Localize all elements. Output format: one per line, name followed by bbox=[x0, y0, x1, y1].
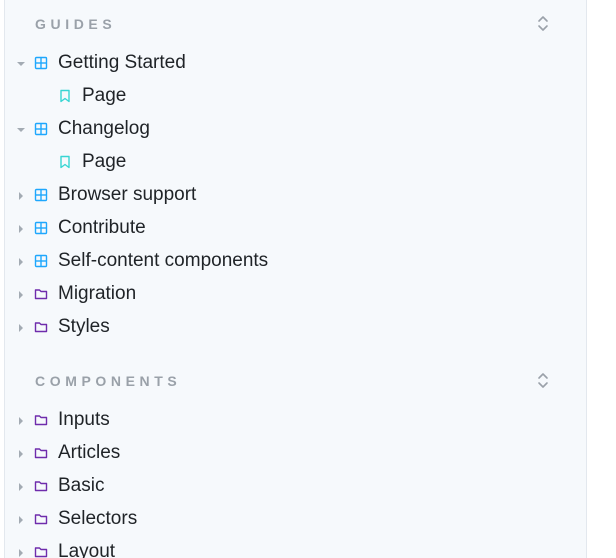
tree-item-page[interactable]: Page bbox=[5, 82, 586, 110]
caret-right-icon[interactable] bbox=[15, 255, 27, 267]
tree-item-page[interactable]: Page bbox=[5, 148, 586, 176]
grid-icon bbox=[34, 188, 48, 202]
bookmark-icon bbox=[58, 89, 72, 103]
caret-right-icon[interactable] bbox=[15, 414, 27, 426]
tree-item-label: Self-content components bbox=[58, 250, 269, 271]
section-title: COMPONENTS bbox=[35, 373, 182, 389]
caret-down-icon[interactable] bbox=[15, 123, 27, 135]
folder-icon bbox=[34, 287, 48, 301]
caret-right-icon[interactable] bbox=[15, 480, 27, 492]
folder-icon bbox=[34, 320, 48, 334]
tree-item-label: Inputs bbox=[58, 409, 110, 430]
folder-icon bbox=[34, 479, 48, 493]
section-header-guides: GUIDES bbox=[5, 12, 586, 36]
tree-item-label: Selectors bbox=[58, 508, 138, 529]
expand-collapse-icon[interactable] bbox=[532, 12, 554, 34]
caret-right-icon[interactable] bbox=[15, 513, 27, 525]
tree-item-inputs[interactable]: Inputs bbox=[5, 406, 586, 434]
caret-right-icon[interactable] bbox=[15, 189, 27, 201]
caret-right-icon[interactable] bbox=[15, 222, 27, 234]
tree-item-getting-started[interactable]: Getting Started bbox=[5, 49, 586, 77]
caret-down-icon[interactable] bbox=[15, 57, 27, 69]
tree-item-label: Page bbox=[82, 85, 127, 106]
tree-item-basic[interactable]: Basic bbox=[5, 472, 586, 500]
tree-item-label: Browser support bbox=[58, 184, 197, 205]
tree-item-selectors[interactable]: Selectors bbox=[5, 505, 586, 533]
folder-icon bbox=[34, 446, 48, 460]
tree-item-layout[interactable]: Layout bbox=[5, 538, 586, 558]
folder-icon bbox=[34, 545, 48, 558]
caret-right-icon[interactable] bbox=[15, 546, 27, 558]
tree-item-label: Getting Started bbox=[58, 52, 186, 73]
tree-item-label: Articles bbox=[58, 442, 121, 463]
bookmark-icon bbox=[58, 155, 72, 169]
tree-item-label: Styles bbox=[58, 316, 110, 337]
tree-item-label: Basic bbox=[58, 475, 105, 496]
tree-item-self-content-components[interactable]: Self-content components bbox=[5, 247, 586, 275]
sidebar-panel: GUIDES Getting Started Page Changelog Pa… bbox=[4, 0, 587, 558]
caret-right-icon[interactable] bbox=[15, 288, 27, 300]
grid-icon bbox=[34, 221, 48, 235]
section-header-components: COMPONENTS bbox=[5, 369, 586, 393]
grid-icon bbox=[34, 254, 48, 268]
tree-item-browser-support[interactable]: Browser support bbox=[5, 181, 586, 209]
tree-item-contribute[interactable]: Contribute bbox=[5, 214, 586, 242]
caret-right-icon[interactable] bbox=[15, 447, 27, 459]
tree-item-label: Contribute bbox=[58, 217, 146, 238]
tree-item-label: Changelog bbox=[58, 118, 150, 139]
tree-item-label: Layout bbox=[58, 541, 116, 558]
tree-item-changelog[interactable]: Changelog bbox=[5, 115, 586, 143]
tree-item-label: Page bbox=[82, 151, 127, 172]
folder-icon bbox=[34, 413, 48, 427]
tree-item-label: Migration bbox=[58, 283, 137, 304]
tree-item-migration[interactable]: Migration bbox=[5, 280, 586, 308]
tree-item-styles[interactable]: Styles bbox=[5, 313, 586, 341]
folder-icon bbox=[34, 512, 48, 526]
caret-right-icon[interactable] bbox=[15, 321, 27, 333]
tree-item-articles[interactable]: Articles bbox=[5, 439, 586, 467]
section-title: GUIDES bbox=[35, 16, 117, 32]
expand-collapse-icon[interactable] bbox=[532, 369, 554, 391]
grid-icon bbox=[34, 56, 48, 70]
grid-icon bbox=[34, 122, 48, 136]
